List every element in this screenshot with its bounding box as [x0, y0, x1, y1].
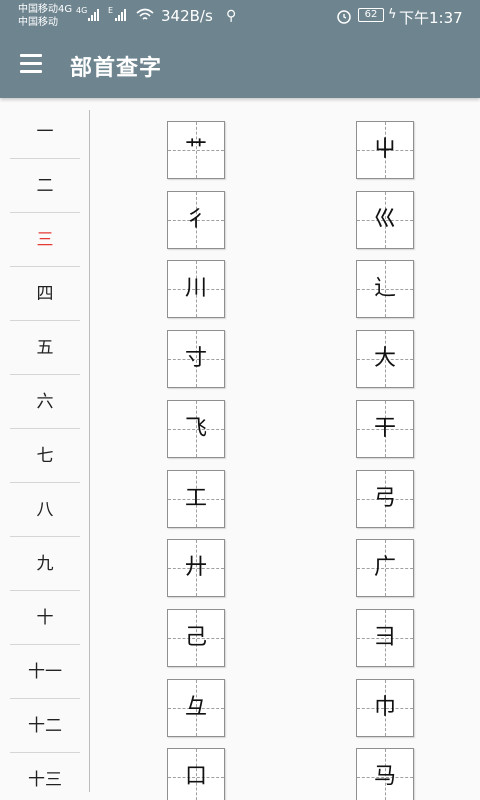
carrier-line-1: 中国移动4G [18, 4, 73, 15]
radical-char: 廾 [184, 555, 207, 581]
radical-card[interactable]: 彳 [167, 190, 225, 249]
usb-icon: ⚲ [226, 8, 237, 24]
stroke-count-item[interactable]: 六 [10, 375, 80, 429]
stroke-count-item[interactable]: 十一 [10, 645, 80, 699]
radical-card[interactable]: 巾 [356, 678, 414, 737]
radical-card[interactable]: 巛 [356, 190, 414, 249]
stroke-count-item[interactable]: 二 [10, 159, 80, 213]
radical-char: 彳 [184, 206, 207, 232]
radical-card[interactable]: 彑 [167, 678, 225, 737]
radical-char: 广 [373, 555, 396, 581]
radical-card[interactable]: 马 [356, 748, 414, 800]
page-title: 部首查字 [70, 56, 163, 81]
radical-card[interactable]: 广 [356, 539, 414, 598]
status-bar: 中国移动4G 中国移动 4G E 342B/s ⚲ 62 ϟ 下午1:37 [0, 0, 480, 32]
radical-card[interactable]: 工 [167, 469, 225, 528]
radical-grid: 艹 屮彳 巛川 辶寸 大飞 干工 弓廾 广己 彐彑 巾口 马 [90, 98, 480, 800]
radical-card[interactable]: 艹 [167, 121, 225, 179]
radical-char: 川 [184, 276, 207, 302]
charging-icon: ϟ [388, 7, 397, 22]
radical-card[interactable]: 飞 [167, 399, 225, 458]
stroke-count-item[interactable]: 十二 [10, 699, 80, 753]
battery-level: 62 [358, 8, 384, 22]
radical-char: 弓 [373, 485, 396, 511]
stroke-count-item[interactable]: 九 [10, 537, 80, 591]
radical-char: 寸 [184, 346, 207, 372]
stroke-count-item[interactable]: 十三 [10, 753, 80, 800]
radical-card[interactable]: 己 [167, 608, 225, 667]
radical-card[interactable]: 弓 [356, 469, 414, 528]
signal-icon-2 [115, 9, 126, 21]
radical-char: 工 [184, 485, 207, 511]
stroke-count-item[interactable]: 五 [10, 321, 80, 375]
app-bar: 部首查字 [0, 32, 480, 98]
stroke-count-item[interactable]: 四 [10, 267, 80, 321]
network-type-label: 4G [76, 6, 88, 15]
radical-card[interactable]: 川 [167, 260, 225, 319]
radical-card[interactable]: 干 [356, 399, 414, 458]
menu-icon[interactable] [20, 54, 44, 74]
radical-card[interactable]: 廾 [167, 539, 225, 598]
radical-char: 己 [184, 624, 207, 650]
radical-char: 大 [373, 346, 396, 372]
wifi-icon [136, 8, 154, 20]
carrier-info: 中国移动4G 中国移动 [18, 3, 72, 29]
radical-char: 彐 [373, 624, 396, 650]
radical-char: 口 [184, 764, 207, 790]
radical-char: 干 [373, 415, 396, 441]
clock: 下午1:37 [399, 9, 463, 27]
radical-card[interactable]: 口 [167, 748, 225, 800]
stroke-count-item[interactable]: 七 [10, 429, 80, 483]
radical-card[interactable]: 寸 [167, 330, 225, 389]
radical-char: 辶 [373, 276, 396, 302]
stroke-count-list: 一二三四五六七八九十十一 十二 十三 [0, 98, 90, 800]
radical-card[interactable]: 彐 [356, 608, 414, 667]
radical-card[interactable]: 屮 [356, 121, 414, 179]
network-speed: 342B/s [161, 7, 213, 25]
stroke-count-item[interactable]: 一 [10, 105, 80, 159]
radical-char: 飞 [184, 415, 207, 441]
stroke-count-item[interactable]: 八 [10, 483, 80, 537]
radical-card[interactable]: 辶 [356, 260, 414, 319]
stroke-count-item[interactable]: 三 [10, 213, 80, 267]
signal-icon [88, 9, 99, 21]
radical-card[interactable]: 大 [356, 330, 414, 389]
carrier-line-2: 中国移动 [18, 17, 58, 28]
radical-char: 艹 [184, 137, 207, 162]
radical-char: 屮 [373, 137, 396, 162]
stroke-count-item[interactable]: 十 [10, 591, 80, 645]
radical-char: 马 [373, 764, 396, 790]
alarm-icon [337, 10, 351, 24]
radical-char: 巾 [373, 694, 396, 720]
radical-char: 彑 [184, 694, 207, 720]
network-type-label-2: E [108, 6, 114, 15]
radical-char: 巛 [373, 206, 396, 232]
